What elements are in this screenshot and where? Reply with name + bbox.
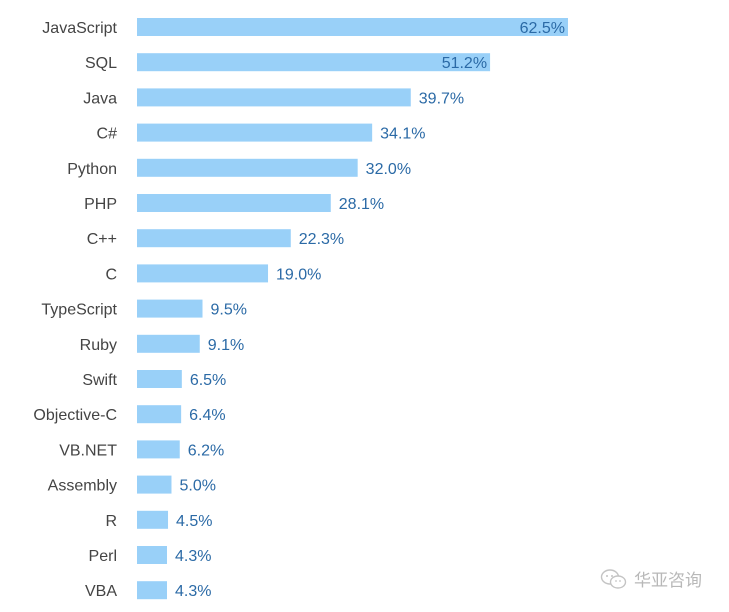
value-label: 22.3% [299, 231, 344, 248]
category-label: Swift [82, 372, 117, 389]
value-label: 62.5% [520, 20, 565, 37]
value-label: 4.5% [176, 513, 212, 530]
category-label: C++ [87, 231, 117, 248]
category-label: Assembly [48, 478, 117, 495]
category-label: PHP [84, 196, 117, 213]
category-label: Ruby [80, 337, 117, 354]
bar-group: Ruby 9.1% [80, 334, 244, 354]
bar-group: Perl 4.3% [89, 546, 211, 565]
category-label: VBA [85, 583, 117, 600]
bar-group: Objective-C 6.4% [33, 405, 226, 424]
bar [137, 440, 180, 459]
bar [137, 546, 167, 564]
bar-group: PHP 28.1% [84, 194, 384, 213]
bar [137, 264, 269, 283]
bar-group: Java 39.7% [83, 88, 464, 107]
bar-group: Python 32.0% [67, 158, 411, 178]
category-label: Java [83, 90, 117, 107]
bar-group: C 19.0% [105, 264, 321, 283]
watermark-text: 华亚咨询 [634, 571, 702, 591]
bar [137, 475, 172, 494]
bar-group: SQL 51.2% [85, 53, 491, 72]
bar-group: VB.NET 6.2% [59, 440, 224, 459]
value-label: 6.5% [190, 372, 226, 389]
bar [137, 88, 411, 107]
value-label: 6.4% [189, 407, 225, 424]
bar [137, 229, 291, 248]
value-label: 51.2% [442, 55, 487, 72]
category-label: VB.NET [59, 442, 117, 459]
bar-group: Swift 6.5% [82, 370, 226, 389]
bar-group: VBA 4.3% [85, 581, 211, 600]
value-label: 39.7% [419, 90, 464, 107]
value-label: 5.0% [179, 478, 215, 495]
bar [137, 18, 568, 36]
value-label: 19.0% [276, 266, 321, 283]
category-label: R [105, 513, 117, 530]
bar [137, 405, 182, 424]
category-label: C [105, 266, 117, 283]
bar-group: C++ 22.3% [87, 229, 344, 248]
bar-group: R 4.5% [105, 510, 213, 530]
bar [137, 581, 167, 600]
bar-group: C# 34.1% [97, 123, 426, 143]
bar-group: TypeScript 9.5% [41, 299, 247, 319]
wechat-icon [600, 568, 627, 589]
category-label: Perl [89, 548, 117, 565]
bar [137, 510, 169, 529]
bar [137, 123, 373, 142]
value-label: 34.1% [380, 126, 425, 143]
bar [137, 299, 203, 318]
value-label: 6.2% [188, 442, 224, 459]
bar [137, 334, 200, 353]
category-label: SQL [85, 55, 117, 72]
category-label: TypeScript [41, 302, 117, 319]
value-label: 4.3% [175, 548, 211, 565]
category-label: Objective-C [33, 407, 117, 424]
value-label: 32.0% [366, 161, 411, 178]
bar [137, 158, 358, 177]
bar-group: Assembly 5.0% [48, 475, 216, 495]
bar [137, 370, 182, 388]
value-label: 9.5% [211, 302, 247, 319]
bar-chart: JavaScript 62.5% SQL 51.2% Java 39.7% C# 34.1% P… [33, 18, 568, 600]
value-label: 4.3% [175, 583, 211, 600]
bar [137, 194, 331, 212]
category-label: C# [97, 126, 118, 143]
watermark: 华亚咨询 [600, 566, 702, 591]
value-label: 9.1% [208, 337, 244, 354]
category-label: Python [67, 161, 117, 178]
bar-group: JavaScript 62.5% [42, 18, 568, 37]
value-label: 28.1% [339, 196, 384, 213]
category-label: JavaScript [42, 20, 117, 37]
bar [137, 53, 491, 72]
